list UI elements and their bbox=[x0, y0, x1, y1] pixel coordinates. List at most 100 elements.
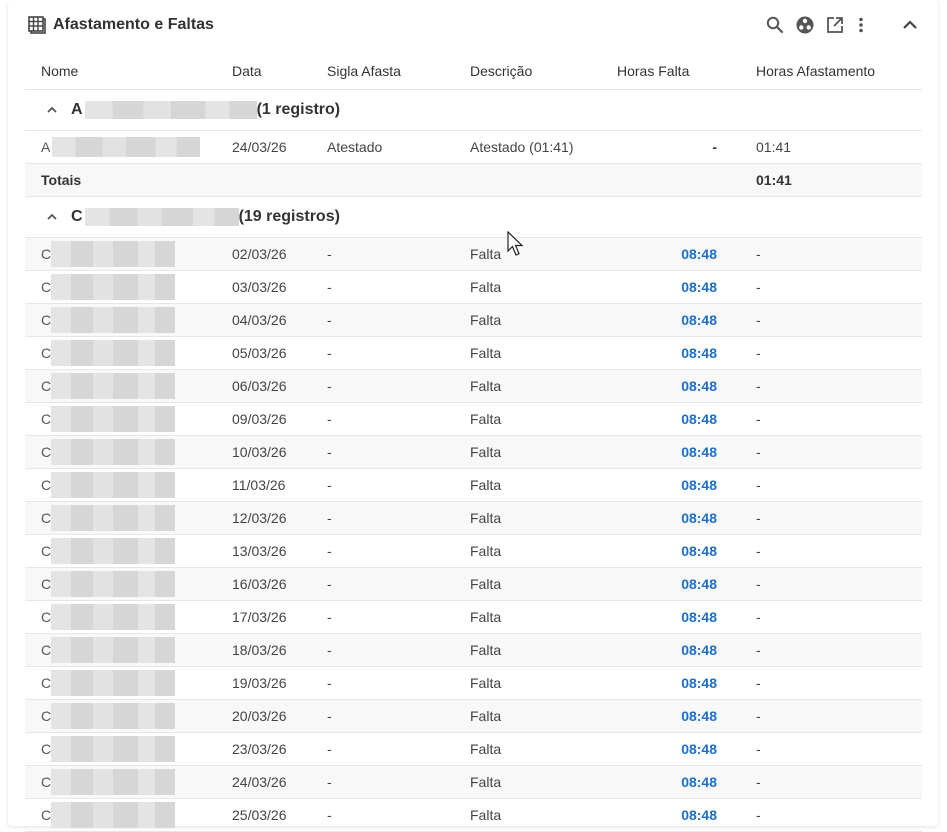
cell-horas-falta[interactable]: 08:48 bbox=[617, 469, 717, 501]
column-header-descricao[interactable]: Descrição bbox=[470, 52, 532, 89]
cell-horas-falta[interactable]: 08:48 bbox=[617, 370, 717, 402]
cell-nome: C bbox=[25, 766, 176, 798]
cell-descricao: Falta bbox=[470, 510, 502, 526]
table-row[interactable]: C 18/03/26 - Falta 08:48 - bbox=[25, 634, 922, 667]
cell-horas-falta[interactable]: 08:48 bbox=[617, 436, 717, 468]
table-row[interactable]: C 24/03/26 - Falta 08:48 - bbox=[25, 766, 922, 799]
table-row[interactable]: C 17/03/26 - Falta 08:48 - bbox=[25, 601, 922, 634]
cell-nome: C bbox=[25, 403, 176, 435]
cell-horas-afastamento: - bbox=[756, 741, 761, 757]
table-row[interactable]: C 19/03/26 - Falta 08:48 - bbox=[25, 667, 922, 700]
cell-descricao: Falta bbox=[470, 345, 502, 361]
cell-nome: C bbox=[25, 601, 176, 633]
cell-horas-afastamento: - bbox=[756, 444, 761, 460]
cell-horas-afastamento: - bbox=[756, 279, 761, 295]
search-icon[interactable] bbox=[765, 15, 785, 35]
cell-data: 18/03/26 bbox=[232, 642, 287, 658]
cell-horas-falta: - bbox=[712, 139, 717, 155]
table-row[interactable]: C 09/03/26 - Falta 08:48 - bbox=[25, 403, 922, 436]
cell-sigla: - bbox=[327, 477, 332, 493]
cell-horas-afastamento: - bbox=[756, 708, 761, 724]
totals-horas-afastamento: 01:41 bbox=[756, 172, 792, 188]
cell-horas-afastamento: - bbox=[756, 477, 761, 493]
cell-descricao: Falta bbox=[470, 675, 502, 691]
chevron-up-icon[interactable] bbox=[45, 103, 59, 117]
redacted-name bbox=[51, 406, 176, 432]
table-row[interactable]: C 02/03/26 - Falta 08:48 - bbox=[25, 238, 922, 271]
table-row[interactable]: C 25/03/26 - Falta 08:48 - bbox=[25, 799, 922, 832]
chevron-up-icon[interactable] bbox=[45, 210, 59, 224]
group-title: A (1 registro) bbox=[71, 90, 340, 130]
table-row[interactable]: C 04/03/26 - Falta 08:48 - bbox=[25, 304, 922, 337]
cell-horas-falta[interactable]: 08:48 bbox=[617, 403, 717, 435]
cell-horas-afastamento: - bbox=[756, 807, 761, 823]
cell-horas-falta[interactable]: 08:48 bbox=[617, 799, 717, 831]
card-header: Afastamento e Faltas bbox=[8, 0, 938, 52]
redacted-name bbox=[51, 472, 176, 498]
cell-nome: C bbox=[25, 535, 176, 567]
more-vert-icon[interactable] bbox=[851, 15, 871, 35]
cell-horas-falta[interactable]: 08:48 bbox=[617, 733, 717, 765]
cell-sigla: - bbox=[327, 411, 332, 427]
cell-nome: C bbox=[25, 568, 176, 600]
column-header-horas-falta[interactable]: Horas Falta bbox=[617, 52, 689, 89]
cell-horas-falta[interactable]: 08:48 bbox=[617, 601, 717, 633]
cell-horas-falta[interactable]: 08:48 bbox=[617, 766, 717, 798]
cell-data: 05/03/26 bbox=[232, 345, 287, 361]
redacted-name bbox=[51, 802, 176, 828]
table-row[interactable]: C 05/03/26 - Falta 08:48 - bbox=[25, 337, 922, 370]
cell-horas-afastamento: - bbox=[756, 510, 761, 526]
cell-sigla: - bbox=[327, 675, 332, 691]
cell-horas-falta[interactable]: 08:48 bbox=[617, 337, 717, 369]
cell-descricao: Falta bbox=[470, 378, 502, 394]
cell-horas-falta[interactable]: 08:48 bbox=[617, 568, 717, 600]
table-row[interactable]: A 24/03/26 Atestado Atestado (01:41) - 0… bbox=[25, 131, 922, 164]
chevron-up-icon[interactable] bbox=[900, 15, 920, 35]
column-header-sigla[interactable]: Sigla Afasta bbox=[327, 52, 401, 89]
cell-horas-falta[interactable]: 08:48 bbox=[617, 700, 717, 732]
redacted-name bbox=[51, 439, 176, 465]
table-row[interactable]: C 11/03/26 - Falta 08:48 - bbox=[25, 469, 922, 502]
cell-descricao: Falta bbox=[470, 246, 502, 262]
card-title: Afastamento e Faltas bbox=[53, 16, 214, 33]
table-row[interactable]: C 12/03/26 - Falta 08:48 - bbox=[25, 502, 922, 535]
cell-horas-afastamento: - bbox=[756, 411, 761, 427]
cell-descricao: Falta bbox=[470, 279, 502, 295]
cell-descricao: Falta bbox=[470, 312, 502, 328]
table-row[interactable]: C 20/03/26 - Falta 08:48 - bbox=[25, 700, 922, 733]
cell-horas-afastamento: - bbox=[756, 576, 761, 592]
column-header-horas-afastamento[interactable]: Horas Afastamento bbox=[756, 52, 875, 89]
column-header-data[interactable]: Data bbox=[232, 52, 262, 89]
cell-horas-falta[interactable]: 08:48 bbox=[617, 304, 717, 336]
cell-nome: C bbox=[25, 799, 176, 831]
table-header-row: Nome Data Sigla Afasta Descrição Horas F… bbox=[25, 52, 922, 90]
column-header-nome[interactable]: Nome bbox=[41, 52, 78, 89]
cell-horas-falta[interactable]: 08:48 bbox=[617, 271, 717, 303]
cell-horas-afastamento: - bbox=[756, 609, 761, 625]
totals-label: Totais bbox=[41, 172, 82, 188]
cell-nome: C bbox=[25, 370, 176, 402]
cell-horas-falta[interactable]: 08:48 bbox=[617, 502, 717, 534]
table-row[interactable]: C 16/03/26 - Falta 08:48 - bbox=[25, 568, 922, 601]
table-row[interactable]: C 23/03/26 - Falta 08:48 - bbox=[25, 733, 922, 766]
cell-nome: C bbox=[25, 502, 176, 534]
table-row[interactable]: C 13/03/26 - Falta 08:48 - bbox=[25, 535, 922, 568]
cell-data: 03/03/26 bbox=[232, 279, 287, 295]
cell-horas-falta[interactable]: 08:48 bbox=[617, 634, 717, 666]
group-header-c[interactable]: C (19 registros) bbox=[25, 197, 922, 238]
redacted-name bbox=[51, 604, 176, 630]
redacted-name bbox=[51, 769, 176, 795]
cell-descricao: Falta bbox=[470, 543, 502, 559]
cell-horas-falta[interactable]: 08:48 bbox=[617, 535, 717, 567]
open-external-icon[interactable] bbox=[825, 15, 845, 35]
redacted-name bbox=[51, 736, 176, 762]
share-icon[interactable] bbox=[795, 15, 815, 35]
table-row[interactable]: C 03/03/26 - Falta 08:48 - bbox=[25, 271, 922, 304]
group-header-a[interactable]: A (1 registro) bbox=[25, 90, 922, 131]
cell-horas-falta[interactable]: 08:48 bbox=[617, 667, 717, 699]
table-row[interactable]: C 10/03/26 - Falta 08:48 - bbox=[25, 436, 922, 469]
table-row[interactable]: C 06/03/26 - Falta 08:48 - bbox=[25, 370, 922, 403]
cell-horas-falta[interactable]: 08:48 bbox=[617, 238, 717, 270]
cell-nome: C bbox=[25, 667, 176, 699]
cell-horas-afastamento: - bbox=[756, 345, 761, 361]
